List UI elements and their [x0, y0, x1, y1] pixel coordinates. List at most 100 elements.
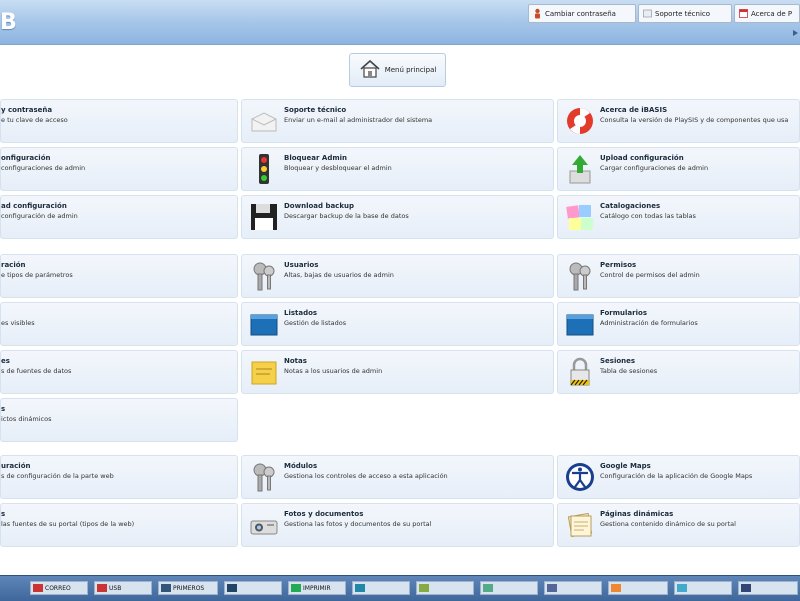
tile-change-password[interactable]: y contraseña e tu clave de acceso [0, 99, 238, 143]
tile-desc: Bloquear y desbloquear el admin [284, 164, 392, 172]
tile-configuration[interactable]: onfiguración configuraciones de admin [0, 147, 238, 191]
sticky-note-icon [248, 356, 280, 388]
technical-support-label: Soporte técnico [655, 9, 711, 18]
tile-title: s [1, 405, 6, 413]
tile-permissions[interactable]: Permisos Control de permisos del admin [557, 254, 800, 298]
taskbar-item[interactable] [544, 581, 602, 595]
lifebuoy-icon [564, 105, 596, 137]
tile-parameters[interactable]: ración e tipos de parámetros [0, 254, 238, 298]
tile-notes[interactable]: Notas Notas a los usuarios de admin [241, 350, 554, 394]
window-icon [248, 308, 280, 340]
tile-title: y contraseña [1, 106, 53, 114]
tile-desc: Enviar un e-mail al administrador del si… [284, 116, 433, 124]
projector-icon [248, 509, 280, 541]
tile-title: Soporte técnico [284, 106, 347, 114]
taskbar-item[interactable] [608, 581, 668, 595]
technical-support-button[interactable]: Soporte técnico [638, 4, 732, 23]
tile-photos-documents[interactable]: Fotos y documentos Gestiona las fotos y … [241, 503, 554, 547]
taskbar-item[interactable] [480, 581, 538, 595]
taskbar-item[interactable]: PRIMEROS [158, 581, 218, 595]
keys-icon [248, 461, 280, 493]
tile-desc: Notas a los usuarios de admin [284, 367, 383, 375]
taskbar-item[interactable]: USB [94, 581, 152, 595]
paper-stack-icon [564, 509, 596, 541]
about-label: Acerca de P [751, 9, 793, 18]
tile-desc: Gestiona contenido dinámico de su portal [600, 520, 736, 528]
tile-download-backup[interactable]: Download backup Descargar backup de la b… [241, 195, 554, 239]
tile-about[interactable]: Acerca de iBASIS Consulta la versión de … [557, 99, 800, 143]
tile-title: Sesiones [600, 357, 636, 365]
main-menu-label: Menú principal [384, 66, 437, 74]
tile-listings[interactable]: Listados Gestión de listados [241, 302, 554, 346]
top-header: B Cambiar contraseña Soporte técnico Ace… [0, 0, 800, 45]
tile-data-sources[interactable]: es s de fuentes de datos [0, 350, 238, 394]
taskbar-item[interactable] [352, 581, 410, 595]
scroll-right-icon[interactable] [793, 30, 798, 36]
sticky-notes-icon [564, 201, 596, 233]
tile-title: ración [1, 261, 26, 269]
taskbar: CORREO USB PRIMEROS IMPRIMIR [0, 575, 800, 601]
tile-desc: Configuración de la aplicación de Google… [600, 472, 753, 480]
tile-forms[interactable]: Formularios Administración de formulario… [557, 302, 800, 346]
tile-desc: Altas, bajas de usuarios de admin [284, 271, 394, 279]
tile-desc: Gestión de listados [284, 319, 347, 327]
home-icon [359, 59, 381, 81]
tile-title: Catalogaciones [600, 202, 661, 210]
tile-title: Páginas dinámicas [600, 510, 674, 518]
change-password-button[interactable]: Cambiar contraseña [528, 4, 636, 23]
support-icon [643, 8, 652, 19]
tile-title: Upload configuración [600, 154, 684, 162]
tile-title: es [1, 357, 10, 365]
about-button[interactable]: Acerca de P [734, 4, 800, 23]
taskbar-item[interactable] [224, 581, 282, 595]
tile-title: Usuarios [284, 261, 319, 269]
tile-title: Google Maps [600, 462, 651, 470]
tile-sessions[interactable]: Sesiones Tabla de sesiones [557, 350, 800, 394]
app-logo: B [0, 10, 17, 35]
tile-dynamic-pages[interactable]: Páginas dinámicas Gestiona contenido din… [557, 503, 800, 547]
tile-title: Formularios [600, 309, 647, 317]
tile-desc: Administración de formularios [600, 319, 698, 327]
tile-portal-sources[interactable]: s las fuentes de su portal (tipos de la … [0, 503, 238, 547]
padlock-icon [564, 356, 596, 388]
tile-title: Notas [284, 357, 307, 365]
envelope-icon [248, 105, 280, 137]
tile-upload-configuration[interactable]: Upload configuración Cargar configuracio… [557, 147, 800, 191]
tile-modules[interactable]: Módulos Gestiona los controles de acceso… [241, 455, 554, 499]
tile-dynamic-objects[interactable]: s ictos dinámicos [0, 398, 238, 442]
tile-title: s [1, 510, 6, 518]
calendar-icon [739, 8, 748, 19]
taskbar-item[interactable]: CORREO [30, 581, 88, 595]
keys-icon [248, 260, 280, 292]
taskbar-item[interactable]: IMPRIMIR [288, 581, 346, 595]
taskbar-item[interactable] [416, 581, 474, 595]
change-password-label: Cambiar contraseña [545, 9, 616, 18]
tile-desc: configuraciones de admin [1, 164, 86, 172]
tile-google-maps[interactable]: Google Maps Configuración de la aplicaci… [557, 455, 800, 499]
tile-title: Módulos [284, 462, 318, 470]
tile-download-configuration[interactable]: ad configuración configuración de admin [0, 195, 238, 239]
traffic-light-icon [248, 153, 280, 185]
tile-catalogs[interactable]: Catalogaciones Catálogo con todas las ta… [557, 195, 800, 239]
main-menu-button[interactable]: Menú principal [349, 53, 446, 87]
tile-title: ad configuración [1, 202, 67, 210]
tile-title: uración [1, 462, 31, 470]
tile-desc: e tu clave de acceso [1, 116, 68, 124]
tile-desc: es visibles [1, 319, 35, 327]
tile-desc: Gestiona las fotos y documentos de su po… [284, 520, 432, 528]
tile-desc: e tipos de parámetros [1, 271, 73, 279]
tile-web-configuration[interactable]: uración s de configuración de la parte w… [0, 455, 238, 499]
taskbar-item[interactable] [738, 581, 798, 595]
tile-desc: Gestiona los controles de acceso a esta … [284, 472, 448, 480]
tile-lock-admin[interactable]: Bloquear Admin Bloquear y desbloquear el… [241, 147, 554, 191]
tile-desc: Descargar backup de la base de datos [284, 212, 409, 220]
tile-title: Download backup [284, 202, 354, 210]
tile-visible-tables[interactable]: es visibles [0, 302, 238, 346]
tile-technical-support[interactable]: Soporte técnico Enviar un e-mail al admi… [241, 99, 554, 143]
taskbar-item[interactable] [674, 581, 732, 595]
tile-desc: ictos dinámicos [1, 415, 52, 423]
tile-users[interactable]: Usuarios Altas, bajas de usuarios de adm… [241, 254, 554, 298]
tile-desc: Control de permisos del admin [600, 271, 700, 279]
tile-desc: configuración de admin [1, 212, 78, 220]
upload-arrow-icon [564, 153, 596, 185]
